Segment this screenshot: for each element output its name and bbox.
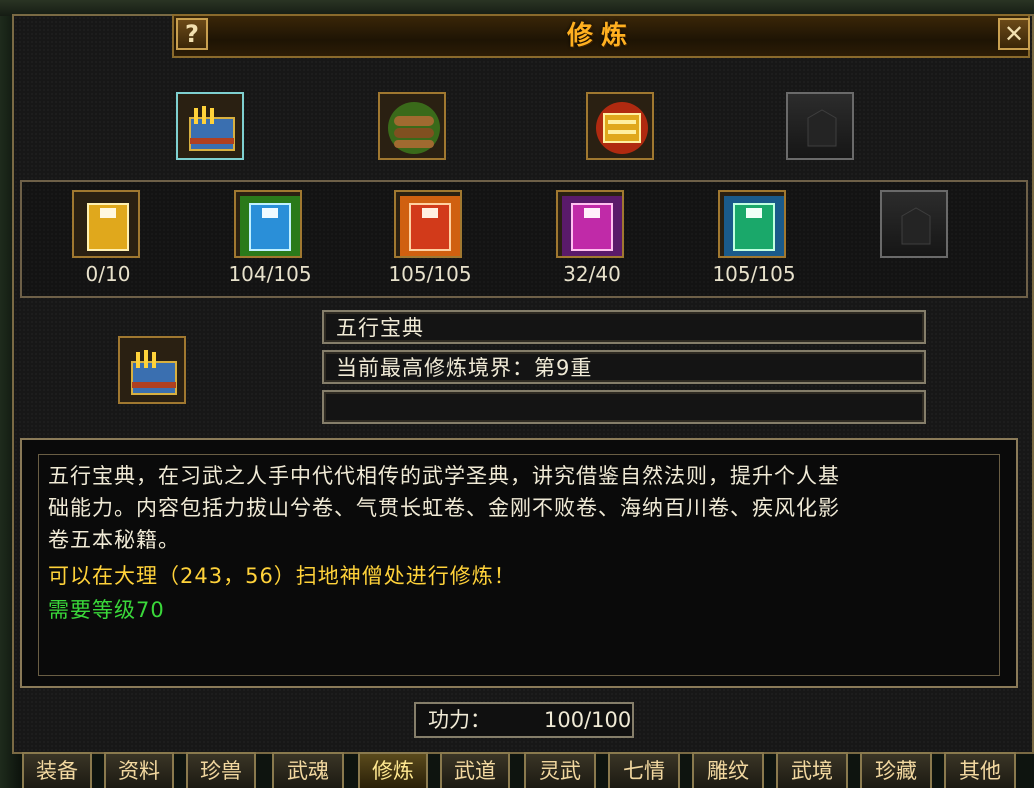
green-book-icon	[724, 196, 784, 256]
description-line-1: 五行宝典，在习武之人手中代代相传的武学圣典，讲究借鉴自然法则，提升个人基	[48, 464, 840, 488]
top-item-empty-slot[interactable]	[786, 92, 854, 160]
tab-martial-path[interactable]: 武道	[440, 752, 510, 788]
window-title: 修炼	[566, 21, 635, 51]
location-text: 可以在大理（243，56）扫地神僧处进行修炼！	[48, 564, 516, 588]
book-count-blue: 104/105	[228, 262, 312, 286]
tab-engraving[interactable]: 雕纹	[692, 752, 764, 788]
tab-equipment[interactable]: 装备	[22, 752, 92, 788]
realm-text: 当前最高修炼境界：第9重	[336, 356, 593, 380]
book-slot-blue[interactable]	[234, 190, 302, 258]
magenta-book-icon	[562, 196, 622, 256]
realm-field: 当前最高修炼境界：第9重	[322, 350, 926, 384]
tab-seven-emotions[interactable]: 七情	[608, 752, 680, 788]
tab-cultivation[interactable]: 修炼	[358, 752, 428, 788]
top-item-scroll-bundle[interactable]	[378, 92, 446, 160]
book-count-magenta: 32/40	[563, 262, 621, 286]
description-box: 五行宝典，在习武之人手中代代相传的武学圣典，讲究借鉴自然法则，提升个人基 础能力…	[20, 438, 1018, 688]
top-item-gold-treasure[interactable]	[586, 92, 654, 160]
description-line-2: 础能力。内容包括力拔山兮卷、气贯长虹卷、金刚不败卷、海纳百川卷、疾风化影	[48, 496, 840, 520]
yellow-book-icon	[78, 196, 134, 252]
power-value: 100/100	[544, 708, 632, 732]
description-line-3: 卷五本秘籍。	[48, 528, 180, 552]
power-field: 功力： 100/100	[414, 702, 634, 738]
requirement-text: 需要等级70	[48, 598, 165, 622]
help-button[interactable]: ?	[176, 18, 208, 50]
empty-slot-icon	[792, 98, 848, 154]
empty-slot-icon	[886, 196, 942, 252]
gold-treasure-icon	[592, 98, 648, 154]
close-button[interactable]: ✕	[998, 18, 1030, 50]
tab-martial-realm[interactable]: 武境	[776, 752, 848, 788]
tab-profile[interactable]: 资料	[104, 752, 174, 788]
title-bar[interactable]: 修炼	[172, 14, 1030, 58]
book-slot-magenta[interactable]	[556, 190, 624, 258]
book-count-red: 105/105	[388, 262, 472, 286]
wuxing-book-icon	[182, 98, 238, 154]
scroll-bundle-icon	[384, 98, 440, 154]
item-name: 五行宝典	[336, 316, 424, 340]
tab-pets[interactable]: 珍兽	[186, 752, 256, 788]
item-name-field: 五行宝典	[322, 310, 926, 344]
power-label: 功力：	[428, 708, 491, 732]
detail-item-icon-slot	[118, 336, 186, 404]
book-count-green: 105/105	[712, 262, 796, 286]
books-panel	[20, 180, 1028, 298]
tab-martial-soul[interactable]: 武魂	[272, 752, 344, 788]
book-slot-green[interactable]	[718, 190, 786, 258]
blue-book-icon	[240, 196, 300, 256]
watermark-logo	[872, 736, 1022, 766]
red-book-icon	[400, 196, 460, 256]
extra-field	[322, 390, 926, 424]
book-slot-yellow[interactable]	[72, 190, 140, 258]
tab-spirit-weapon[interactable]: 灵武	[524, 752, 596, 788]
top-item-wuxing-book[interactable]	[176, 92, 244, 160]
book-slot-red[interactable]	[394, 190, 462, 258]
book-count-yellow: 0/10	[85, 262, 131, 286]
wuxing-book-icon	[124, 342, 180, 398]
book-slot-empty[interactable]	[880, 190, 948, 258]
